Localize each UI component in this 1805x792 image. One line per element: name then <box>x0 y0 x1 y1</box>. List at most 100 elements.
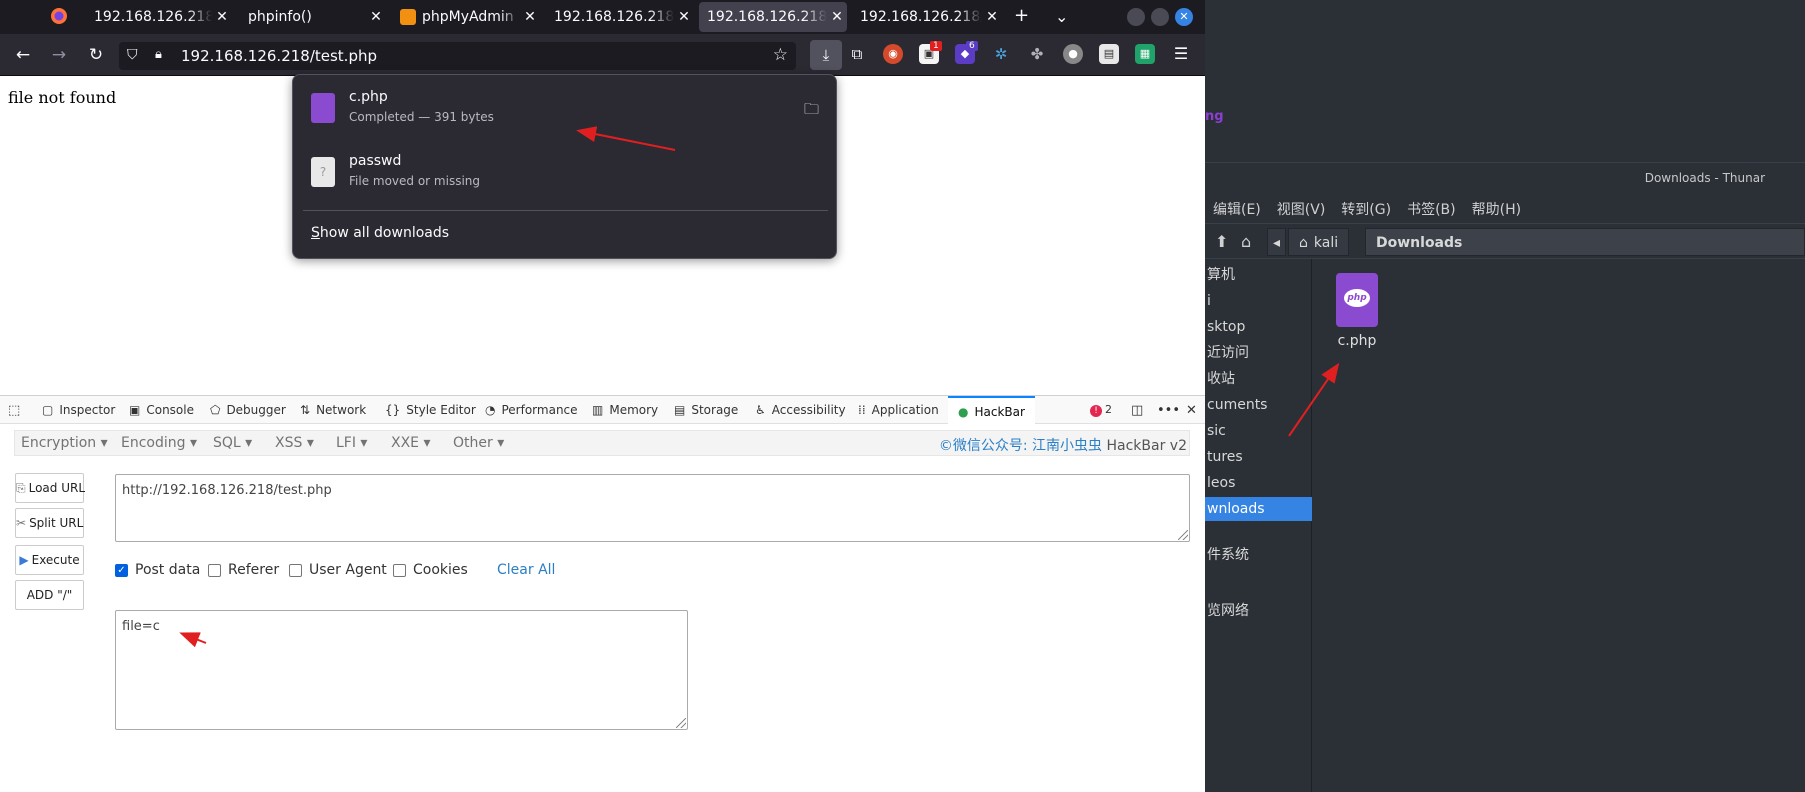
resize-grip-icon[interactable] <box>1178 530 1188 540</box>
sidebar-item-home[interactable]: i <box>1205 289 1312 313</box>
menu-xss[interactable]: XSS ▾ <box>275 435 314 451</box>
folder-icon[interactable]: 🗀︎ <box>804 99 819 124</box>
tab-inspector[interactable]: ▢ Inspector <box>42 396 115 424</box>
cookies-checkbox[interactable]: Cookies <box>393 562 468 578</box>
tab-accessibility[interactable]: ♿︎ Accessibility <box>755 396 846 424</box>
user-agent-checkbox[interactable]: User Agent <box>289 562 387 578</box>
resize-grip-icon[interactable] <box>676 718 686 728</box>
checkbox-checked-icon[interactable]: ✓ <box>115 563 128 577</box>
tab-1[interactable]: 192.168.126.218/a ✕ <box>82 0 232 34</box>
split-url-button[interactable]: ✂ Split URL <box>15 508 84 538</box>
maximize-button[interactable] <box>1151 8 1169 26</box>
tab-style-editor[interactable]: {} Style Editor <box>385 396 476 424</box>
forward-icon[interactable]: → <box>48 44 70 66</box>
sidebar-item-music[interactable]: sic <box>1205 419 1312 443</box>
url-textarea[interactable]: http://192.168.126.218/test.php <box>115 474 1190 542</box>
back-icon[interactable]: ← <box>12 44 34 66</box>
sidebar-item-videos[interactable]: leos <box>1205 471 1312 495</box>
sidebar-item-computer[interactable]: 算机 <box>1205 263 1312 287</box>
reload-icon[interactable]: ↻ <box>85 44 107 66</box>
show-all-downloads-button[interactable]: Show all downloads <box>311 225 449 241</box>
close-icon[interactable]: ✕ <box>827 9 847 25</box>
sidebar-item-downloads[interactable]: wnloads <box>1205 497 1312 521</box>
extension-1-icon[interactable]: ◉ <box>883 44 903 64</box>
close-devtools-icon[interactable]: ✕ <box>1186 403 1197 418</box>
close-icon[interactable]: ✕ <box>674 9 694 25</box>
tab-debugger[interactable]: ⬠ Debugger <box>210 396 286 424</box>
sidebar-item-trash[interactable]: 收站 <box>1205 367 1312 391</box>
minimize-button[interactable] <box>1127 8 1145 26</box>
firefox-menu-icon[interactable] <box>50 7 68 29</box>
menu-lfi[interactable]: LFI ▾ <box>336 435 367 451</box>
close-icon[interactable]: ✕ <box>982 9 1002 25</box>
pick-element-icon[interactable]: ⬚ <box>8 403 20 418</box>
menu-encryption[interactable]: Encryption ▾ <box>21 435 108 451</box>
extension-4-icon[interactable]: ✲ <box>991 44 1011 64</box>
close-icon[interactable]: ✕ <box>520 9 540 25</box>
referer-checkbox[interactable]: Referer <box>208 562 279 578</box>
tab-5-active[interactable]: 192.168.126.218/t ✕ <box>699 2 847 32</box>
post-data-checkbox[interactable]: ✓ Post data <box>115 562 200 578</box>
menu-icon[interactable]: ☰ <box>1171 44 1191 64</box>
tab-4[interactable]: 192.168.126.218/t ✕ <box>544 0 694 34</box>
load-url-button[interactable]: ⎘ Load URL <box>15 473 85 503</box>
shield-icon[interactable]: ⛉ <box>127 47 138 63</box>
lock-icon[interactable]: 🔒︎ <box>155 47 162 62</box>
url-text[interactable]: 192.168.126.218/test.php <box>181 47 377 65</box>
tab-memory[interactable]: ▥ Memory <box>592 396 658 424</box>
extensions-icon[interactable]: ⧉ <box>847 44 867 64</box>
breadcrumb-downloads[interactable]: Downloads <box>1365 228 1805 256</box>
url-bar[interactable]: ⛉ 🔒︎ 192.168.126.218/test.php ☆ <box>119 42 796 70</box>
tab-application[interactable]: ⁞⁞ Application <box>858 396 939 424</box>
breadcrumb-kali[interactable]: ⌂ kali <box>1288 228 1350 256</box>
execute-button[interactable]: ▶ Execute <box>15 545 84 575</box>
menu-view[interactable]: 视图(V) <box>1277 202 1326 218</box>
download-item[interactable]: c.php Completed — 391 bytes 🗀︎ <box>311 87 821 135</box>
sidebar-item-pictures[interactable]: tures <box>1205 445 1312 469</box>
sidebar-item-desktop[interactable]: sktop <box>1205 315 1312 339</box>
new-tab-icon[interactable]: + <box>1014 5 1029 26</box>
dock-icon[interactable]: ◫ <box>1131 403 1143 418</box>
tab-network[interactable]: ⇅ Network <box>300 396 366 424</box>
tab-3[interactable]: phpMyAdmin ✕ <box>390 0 540 34</box>
close-window-button[interactable]: ✕ <box>1175 8 1193 26</box>
tab-hackbar[interactable]: ● HackBar <box>948 396 1035 424</box>
extension-7-icon[interactable]: ▤ <box>1099 44 1119 64</box>
up-arrow-icon[interactable]: ⬆ <box>1215 232 1228 251</box>
window-titlebar[interactable]: Downloads - Thunar <box>1205 163 1805 193</box>
file-item[interactable]: php c.php <box>1327 273 1387 349</box>
sidebar-item-recent[interactable]: 近访问 <box>1205 341 1312 365</box>
tab-6[interactable]: 192.168.126.218/c ✕ <box>852 0 1002 34</box>
add-slash-button[interactable]: ADD "/" <box>15 580 84 610</box>
sidebar-item-documents[interactable]: cuments <box>1205 393 1312 417</box>
menu-encoding[interactable]: Encoding ▾ <box>121 435 197 451</box>
menu-go[interactable]: 转到(G) <box>1341 202 1391 218</box>
tab-list-icon[interactable]: ⌄ <box>1055 7 1068 26</box>
extension-5-icon[interactable]: ✤ <box>1027 44 1047 64</box>
menu-bookmarks[interactable]: 书签(B) <box>1407 202 1456 218</box>
menu-xxe[interactable]: XXE ▾ <box>391 435 431 451</box>
download-item[interactable]: ? passwd File moved or missing <box>311 151 821 199</box>
extension-8-icon[interactable]: ▦ <box>1135 44 1155 64</box>
checkbox-icon[interactable] <box>289 563 302 577</box>
menu-sql[interactable]: SQL ▾ <box>213 435 252 451</box>
post-data-textarea[interactable]: file=c <box>115 610 688 730</box>
checkbox-icon[interactable] <box>208 563 221 577</box>
breadcrumb-back-icon[interactable]: ◂ <box>1267 228 1287 256</box>
close-icon[interactable]: ✕ <box>366 9 386 25</box>
more-options-icon[interactable]: ••• <box>1157 403 1180 418</box>
sidebar-item-network[interactable]: 览网络 <box>1205 599 1312 623</box>
home-icon[interactable]: ⌂ <box>1241 232 1251 251</box>
tab-console[interactable]: ▣ Console <box>129 396 194 424</box>
menu-edit[interactable]: 编辑(E) <box>1213 202 1261 218</box>
menu-other[interactable]: Other ▾ <box>453 435 504 451</box>
menu-help[interactable]: 帮助(H) <box>1472 202 1521 218</box>
error-count[interactable]: ! 2 <box>1090 403 1112 417</box>
extension-6-icon[interactable]: ● <box>1063 44 1083 64</box>
brand-link[interactable]: ©微信公众号: 江南小虫虫 <box>939 438 1102 454</box>
tab-storage[interactable]: ▤ Storage <box>674 396 738 424</box>
close-icon[interactable]: ✕ <box>212 9 232 25</box>
clear-all-link[interactable]: Clear All <box>497 562 555 578</box>
sidebar-item-filesystem[interactable]: 件系统 <box>1205 543 1312 567</box>
downloads-icon[interactable]: ⤓ <box>810 40 842 70</box>
